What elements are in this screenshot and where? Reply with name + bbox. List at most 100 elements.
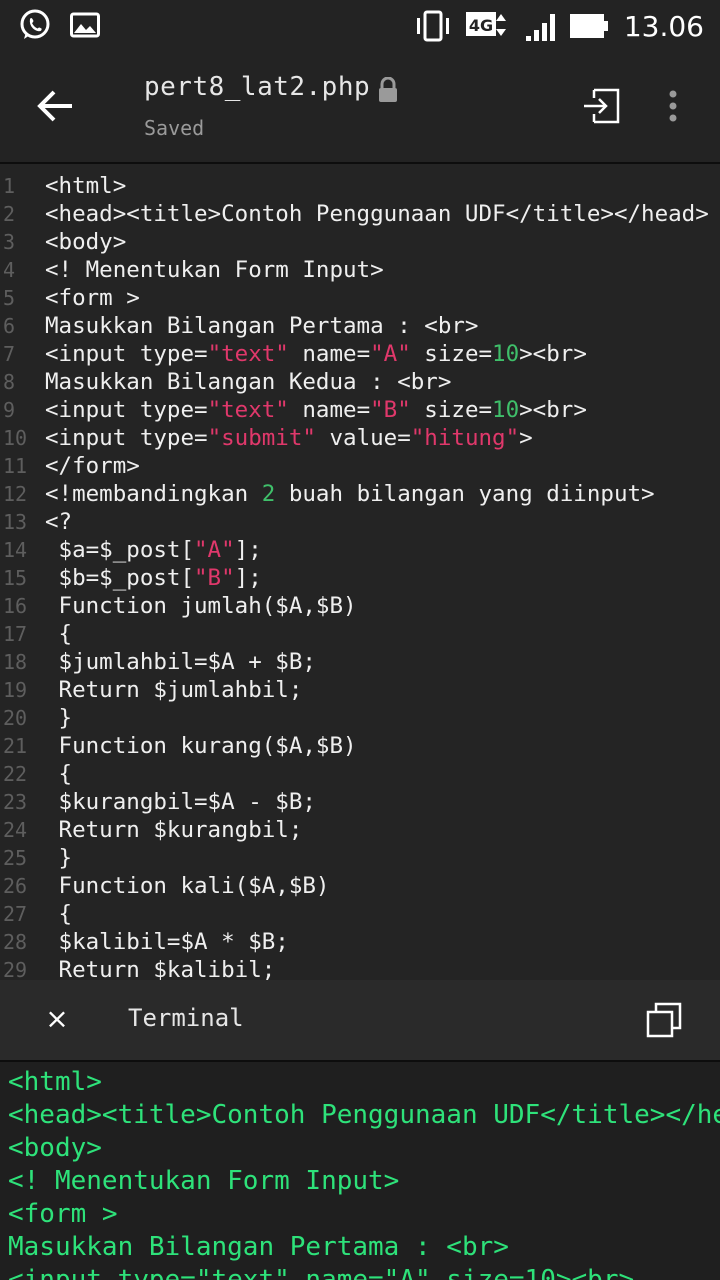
code-line[interactable]: 10 <input type="submit" value="hitung"> [0, 424, 720, 452]
code-line[interactable]: 21 Function kurang($A,$B) [0, 732, 720, 760]
code-token: $a=$_post[ [45, 537, 195, 563]
code-editor[interactable]: 1 <html> 2 <head><title>Contoh Penggunaan U… [0, 164, 720, 980]
line-number: 10 [3, 426, 28, 450]
line-text: <form > [45, 284, 140, 312]
line-text: <body> [45, 228, 126, 256]
line-number: 14 [3, 538, 28, 562]
code-line[interactable]: 11 </form> [0, 452, 720, 480]
code-line[interactable]: 22 { [0, 760, 720, 788]
line-text: Function jumlah($A,$B) [45, 592, 357, 620]
string-token: "text" [207, 397, 289, 423]
terminal-title: Terminal [128, 1004, 244, 1032]
code-line[interactable]: 5 <form > [0, 284, 720, 312]
line-text: { [45, 620, 73, 648]
code-line[interactable]: 14 $a=$_post["A"]; [0, 536, 720, 564]
app-bar: pert8_lat2.php Saved [0, 52, 720, 162]
code-token: <head><title>Contoh Penggunaan UDF</titl… [45, 201, 709, 227]
line-text: <html> [45, 172, 126, 200]
line-text: $b=$_post["B"]; [45, 564, 262, 592]
line-number: 4 [3, 258, 16, 282]
code-line[interactable]: 2 <head><title>Contoh Penggunaan UDF</tit… [0, 200, 720, 228]
code-token: </form> [45, 453, 140, 479]
code-line[interactable]: 3 <body> [0, 228, 720, 256]
line-number: 22 [3, 762, 28, 786]
code-line[interactable]: 29 Return $kalibil; [0, 956, 720, 980]
code-token: { [45, 621, 73, 647]
code-line[interactable]: 8 Masukkan Bilangan Kedua : <br> [0, 368, 720, 396]
line-text: Return $jumlahbil; [45, 676, 303, 704]
code-line[interactable]: 9 <input type="text" name="B" size=10><br… [0, 396, 720, 424]
line-text: $kurangbil=$A - $B; [45, 788, 316, 816]
more-vert-icon[interactable] [660, 88, 686, 124]
terminal-header: × Terminal [0, 980, 720, 1060]
terminal-line: Masukkan Bilangan Pertama : <br> [8, 1232, 509, 1262]
code-line[interactable]: 25 } [0, 844, 720, 872]
code-token: size= [410, 397, 493, 423]
terminal-line: <! Menentukan Form Input> [8, 1166, 400, 1196]
code-line[interactable]: 23 $kurangbil=$A - $B; [0, 788, 720, 816]
line-number: 27 [3, 902, 28, 926]
line-text: { [45, 900, 73, 928]
line-text: Function kali($A,$B) [45, 872, 330, 900]
line-number: 12 [3, 482, 28, 506]
exit-icon[interactable] [580, 86, 622, 126]
signal-icon [525, 14, 555, 41]
code-line[interactable]: 17 { [0, 620, 720, 648]
code-token: Function kali($A,$B) [45, 873, 330, 899]
line-number: 15 [3, 566, 28, 590]
code-token: Return $kurangbil; [45, 817, 303, 843]
copy-icon[interactable] [644, 1000, 684, 1040]
code-token: Masukkan Bilangan Pertama : <br> [45, 313, 479, 339]
line-number: 19 [3, 678, 28, 702]
code-token: { [45, 901, 73, 927]
terminal-line: <input type="text" name="A" size=10><br> [8, 1265, 635, 1280]
code-line[interactable]: 18 $jumlahbil=$A + $B; [0, 648, 720, 676]
code-token: ]; [234, 565, 262, 591]
string-token: "B" [194, 565, 235, 591]
line-number: 6 [3, 314, 16, 338]
code-line[interactable]: 7 <input type="text" name="A" size=10><br… [0, 340, 720, 368]
code-line[interactable]: 16 Function jumlah($A,$B) [0, 592, 720, 620]
terminal-line: <body> [8, 1133, 102, 1163]
string-token: "text" [207, 341, 289, 367]
line-number: 21 [3, 734, 28, 758]
line-number: 25 [3, 846, 28, 870]
code-line[interactable]: 26 Function kali($A,$B) [0, 872, 720, 900]
code-line[interactable]: 1 <html> [0, 172, 720, 200]
code-line[interactable]: 28 $kalibil=$A * $B; [0, 928, 720, 956]
code-token: $kurangbil=$A - $B; [45, 789, 316, 815]
status-bar: 4G 13.06 [0, 0, 720, 52]
number-token: 2 [261, 481, 276, 507]
line-number: 17 [3, 622, 28, 646]
code-token: ]; [234, 537, 262, 563]
code-token: > [519, 425, 533, 451]
line-text: Masukkan Bilangan Kedua : <br> [45, 368, 451, 396]
code-line[interactable]: 19 Return $jumlahbil; [0, 676, 720, 704]
code-line[interactable]: 27 { [0, 900, 720, 928]
line-number: 11 [3, 454, 28, 478]
code-line[interactable]: 20 } [0, 704, 720, 732]
string-token: "B" [370, 397, 411, 423]
code-token: <!membandingkan [45, 481, 262, 507]
code-token: name= [288, 341, 371, 367]
line-text: Return $kalibil; [45, 956, 276, 980]
line-text: { [45, 760, 73, 788]
code-line[interactable]: 12 <!membandingkan 2 buah bilangan yang d… [0, 480, 720, 508]
line-text: } [45, 704, 73, 732]
code-line[interactable]: 15 $b=$_post["B"]; [0, 564, 720, 592]
code-line[interactable]: 6 Masukkan Bilangan Pertama : <br> [0, 312, 720, 340]
line-number: 1 [3, 174, 16, 198]
clock: 13.06 [623, 9, 704, 43]
terminal-output[interactable]: <html> <head><title>Contoh Penggunaan UDF… [0, 1062, 720, 1280]
line-text: <input type="text" name="B" size=10><br> [45, 396, 587, 424]
line-number: 9 [3, 398, 16, 422]
back-arrow-icon[interactable] [30, 82, 82, 130]
code-token: Masukkan Bilangan Kedua : <br> [45, 369, 452, 395]
code-line[interactable]: 4 <! Menentukan Form Input> [0, 256, 720, 284]
code-line[interactable]: 24 Return $kurangbil; [0, 816, 720, 844]
code-token: } [45, 705, 73, 731]
code-line[interactable]: 13 <? [0, 508, 720, 536]
line-number: 23 [3, 790, 28, 814]
close-icon[interactable]: × [40, 1002, 74, 1036]
terminal-line: <html> [8, 1067, 102, 1097]
